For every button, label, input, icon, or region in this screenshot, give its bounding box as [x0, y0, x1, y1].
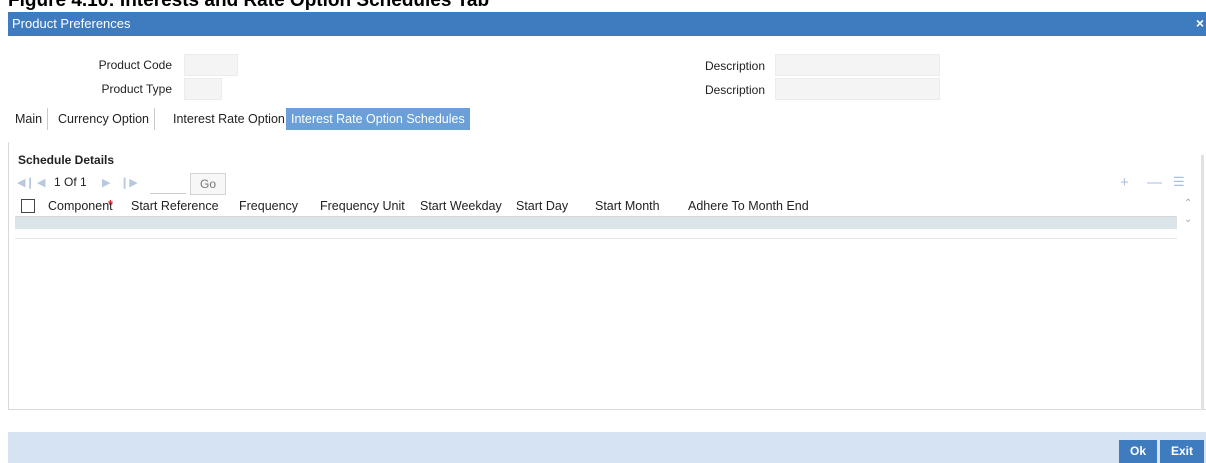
product-type-label: Product Type	[101, 82, 173, 96]
column-start-month: Start Month	[595, 199, 660, 213]
tab-interest-rate-option-schedules[interactable]: Interest Rate Option Schedules	[286, 108, 470, 130]
description-type-field[interactable]	[775, 78, 940, 100]
tab-interest-rate-option[interactable]: Interest Rate Option	[168, 108, 291, 130]
column-frequency: Frequency	[239, 199, 299, 213]
ok-button[interactable]: Ok	[1119, 440, 1157, 463]
tab-content-panel	[8, 142, 1206, 410]
product-code-label: Product Code	[98, 58, 172, 72]
go-button[interactable]: Go	[190, 173, 226, 195]
grid-header: Component * Start Reference Frequency Fr…	[15, 196, 1177, 217]
scroll-up-icon[interactable]: ⌃	[1184, 198, 1192, 209]
scroll-down-icon[interactable]: ⌄	[1184, 214, 1192, 225]
product-code-field[interactable]	[184, 54, 238, 76]
description-field[interactable]	[775, 54, 940, 76]
window-title: Product Preferences	[12, 16, 131, 31]
column-start-reference: Start Reference	[131, 199, 219, 213]
column-start-weekday: Start Weekday	[420, 199, 502, 213]
first-page-icon[interactable]: ◀❙	[17, 176, 35, 189]
tab-main[interactable]: Main	[10, 108, 49, 130]
add-row-icon[interactable]: +	[1120, 174, 1129, 191]
panel-scrollbar[interactable]	[1201, 155, 1204, 410]
column-adhere-to-month-end: Adhere To Month End	[688, 199, 809, 213]
section-title: Schedule Details	[18, 153, 115, 167]
table-row[interactable]	[15, 217, 1177, 229]
required-marker: *	[108, 198, 113, 212]
product-type-field[interactable]	[184, 78, 222, 100]
description-label: Description	[704, 59, 765, 73]
footer-bar	[8, 432, 1206, 463]
remove-row-icon[interactable]: —	[1147, 174, 1162, 191]
description-type-label: Description	[704, 83, 765, 97]
page-indicator: 1 Of 1	[54, 175, 87, 189]
figure-caption: Figure 4.10: Interests and Rate Option S…	[8, 0, 490, 11]
close-icon[interactable]: ×	[1196, 15, 1204, 31]
next-page-icon[interactable]: ▶	[102, 176, 110, 189]
column-start-day: Start Day	[516, 199, 569, 213]
page-number-input[interactable]	[150, 175, 186, 194]
tab-currency-option[interactable]: Currency Option	[53, 108, 156, 130]
column-component: Component	[48, 199, 113, 213]
grid-scrollbar[interactable]: ⌃ ⌄	[1180, 196, 1196, 230]
prev-page-icon[interactable]: ◀	[37, 176, 45, 189]
single-view-icon[interactable]: ☰	[1173, 174, 1185, 190]
select-all-checkbox[interactable]	[21, 199, 35, 213]
last-page-icon[interactable]: ❙▶	[120, 176, 138, 189]
exit-button[interactable]: Exit	[1160, 440, 1204, 463]
column-frequency-unit: Frequency Unit	[320, 199, 405, 213]
grid-body	[15, 229, 1177, 239]
window-titlebar: Product Preferences ×	[8, 12, 1206, 36]
